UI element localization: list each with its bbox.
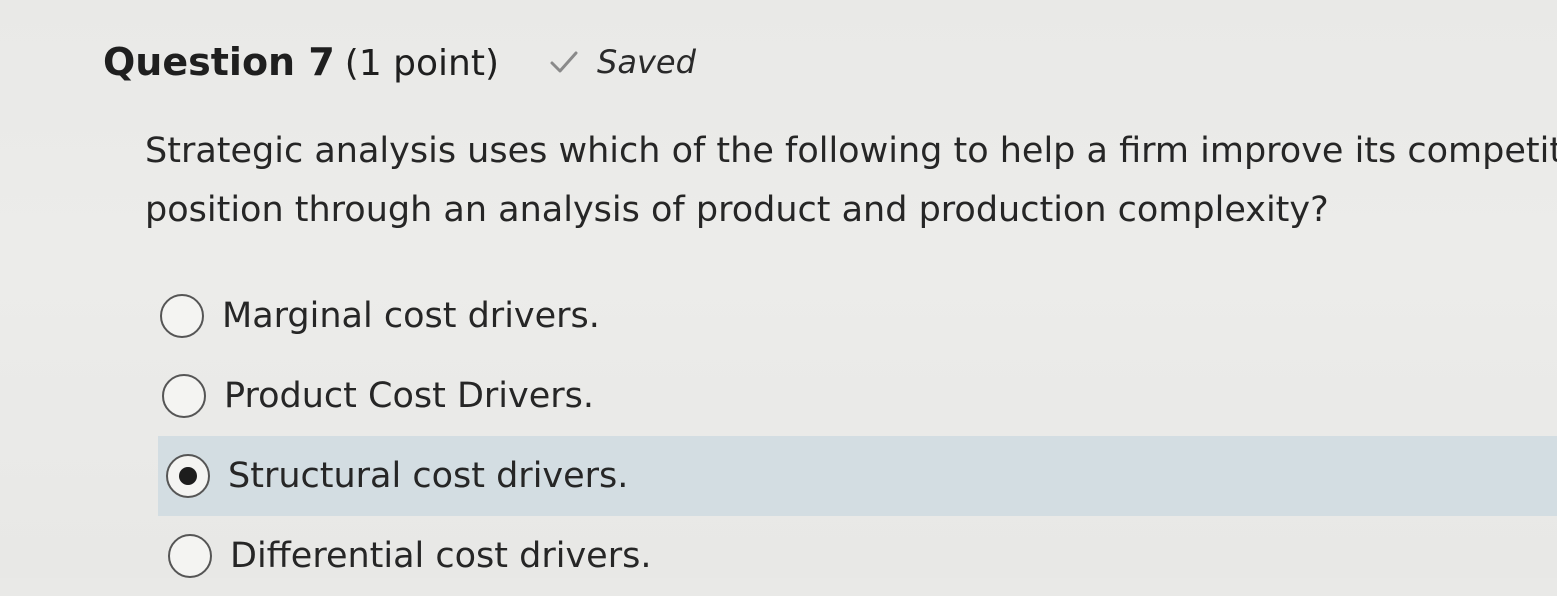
- option-product-cost-drivers[interactable]: Product Cost Drivers.: [0, 356, 1557, 436]
- option-marginal-cost-drivers[interactable]: Marginal cost drivers.: [0, 276, 1557, 356]
- question-title: Question 7: [103, 40, 335, 84]
- question-points: (1 point): [344, 43, 500, 84]
- saved-label: Saved: [597, 43, 696, 81]
- saved-status: Saved: [549, 43, 696, 81]
- answer-options: Marginal cost drivers. Product Cost Driv…: [0, 276, 1557, 596]
- radio-button[interactable]: [160, 294, 204, 338]
- option-label: Marginal cost drivers.: [222, 296, 600, 336]
- question-prompt: Strategic analysis uses which of the fol…: [145, 122, 1557, 240]
- prompt-line-2: position through an analysis of product …: [145, 190, 1329, 230]
- radio-button[interactable]: [168, 534, 212, 578]
- prompt-line-1: Strategic analysis uses which of the fol…: [145, 131, 1557, 171]
- option-label: Product Cost Drivers.: [224, 376, 595, 416]
- option-label: Differential cost drivers.: [230, 536, 652, 576]
- question-header: Question 7 (1 point) Saved: [103, 40, 696, 84]
- option-structural-cost-drivers[interactable]: Structural cost drivers.: [158, 436, 1557, 516]
- option-differential-cost-drivers[interactable]: Differential cost drivers.: [0, 516, 1557, 596]
- option-label: Structural cost drivers.: [228, 456, 629, 496]
- radio-button[interactable]: [162, 374, 206, 418]
- check-icon: [549, 49, 579, 75]
- radio-button-selected[interactable]: [166, 454, 210, 498]
